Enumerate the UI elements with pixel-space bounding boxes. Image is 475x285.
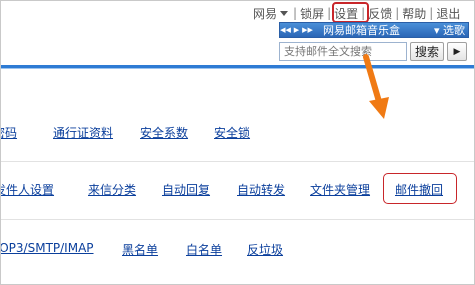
play-icon[interactable]: ▶	[291, 23, 302, 37]
topnav-help[interactable]: 帮助	[402, 5, 426, 22]
separator: |	[327, 6, 332, 20]
music-title[interactable]: 网易邮箱音乐盒	[323, 22, 434, 38]
topnav-netease[interactable]: 网易	[253, 5, 277, 22]
link-security-level[interactable]: 安全系数	[140, 124, 188, 141]
link-auto-forward[interactable]: 自动转发	[237, 181, 285, 198]
chevron-right-icon: ▶	[453, 46, 461, 57]
song-select-button[interactable]: ▾ 选歌	[434, 22, 468, 38]
search-button[interactable]: 搜索	[410, 42, 444, 61]
link-pop3-smtp-imap[interactable]: POP3/SMTP/IMAP	[1, 241, 94, 255]
topnav-lock[interactable]: 锁屏	[300, 5, 324, 22]
song-select-label: 选歌	[443, 24, 465, 37]
separator: |	[395, 6, 400, 20]
link-auto-reply[interactable]: 自动回复	[162, 181, 210, 198]
link-sender-settings[interactable]: 发件人设置	[1, 181, 54, 198]
link-blacklist[interactable]: 黑名单	[122, 241, 158, 258]
link-mail-filter[interactable]: 来信分类	[88, 181, 136, 198]
link-whitelist[interactable]: 白名单	[186, 241, 222, 258]
next-icon[interactable]: ▶▶	[302, 23, 313, 37]
link-password[interactable]: 密码	[1, 124, 17, 141]
link-folder-management[interactable]: 文件夹管理	[310, 181, 370, 198]
link-anti-spam[interactable]: 反垃圾	[247, 241, 283, 258]
arrow-down-icon	[363, 54, 389, 119]
recall-highlight-box	[383, 173, 457, 204]
music-player: ◀◀ ▶ ▶▶ 网易邮箱音乐盒 ▾ 选歌	[279, 22, 469, 38]
prev-icon[interactable]: ◀◀	[280, 23, 291, 37]
topnav-feedback[interactable]: 反馈	[368, 5, 392, 22]
settings-panel: 网易 | 锁屏 | 设置 | 反馈 | 帮助 | 退出 ◀◀ ▶ ▶▶ 网易邮箱…	[0, 0, 475, 285]
chevron-down-icon[interactable]	[280, 10, 289, 16]
search-options-button[interactable]: ▶	[447, 42, 467, 61]
divider	[1, 219, 474, 220]
separator: |	[429, 6, 434, 20]
divider	[1, 161, 474, 162]
header-divider	[1, 65, 474, 69]
chevron-down-icon: ▾	[433, 24, 440, 37]
separator: |	[293, 6, 298, 20]
link-security-lock[interactable]: 安全锁	[214, 124, 250, 141]
link-passport-info[interactable]: 通行证资料	[53, 124, 113, 141]
settings-highlight-box	[332, 2, 369, 23]
topnav-logout[interactable]: 退出	[436, 5, 460, 22]
